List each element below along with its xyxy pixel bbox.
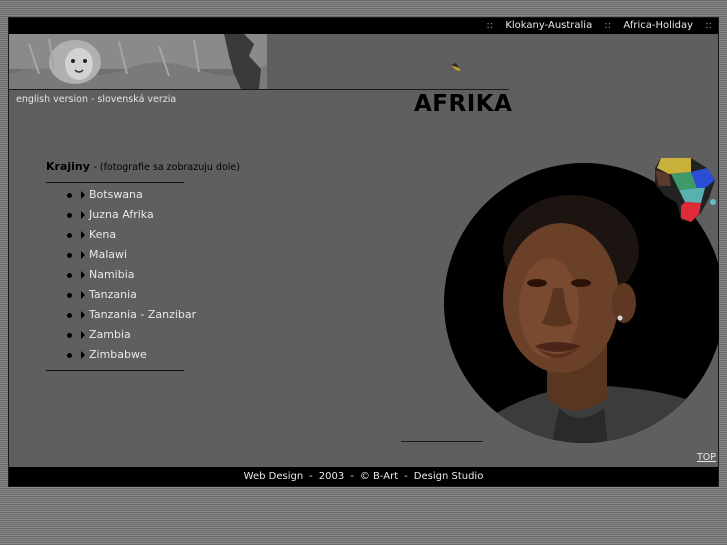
country-list: Botswana Juzna Afrika Kena Malawi Namibi… [67, 188, 196, 368]
section-heading: Krajiny - (fotografie sa zobrazuju dole) [46, 160, 240, 173]
footer-separator: - [350, 471, 354, 482]
country-label: Tanzania [89, 288, 137, 301]
arrow-right-icon [81, 351, 85, 359]
country-item-botswana[interactable]: Botswana [67, 188, 196, 208]
country-item-malawi[interactable]: Malawi [67, 248, 196, 268]
bullet-icon [67, 353, 72, 358]
section-title: Krajiny [46, 160, 90, 173]
nav-separator: :: [604, 20, 612, 31]
arrow-right-icon [81, 291, 85, 299]
top-navigation-bar: :: Klokany-Australia :: Africa-Holiday :… [9, 18, 718, 34]
lion-banner-image [9, 34, 267, 89]
country-label: Namibia [89, 268, 135, 281]
country-label: Botswana [89, 188, 143, 201]
country-item-tanzania-zanzibar[interactable]: Tanzania - Zanzibar [67, 308, 196, 328]
arrow-right-icon [81, 311, 85, 319]
language-switcher: english version - slovenská verzia [16, 94, 176, 105]
country-item-zimbabwe[interactable]: Zimbabwe [67, 348, 196, 368]
bullet-icon [67, 253, 72, 258]
nav-separator: :: [705, 20, 712, 31]
bullet-icon [67, 193, 72, 198]
footer-studio: Design Studio [413, 471, 484, 482]
bullet-icon [67, 273, 72, 278]
arrow-right-icon [81, 331, 85, 339]
footer-year: 2003 [318, 471, 345, 482]
list-divider-top [46, 182, 184, 183]
page-frame: :: Klokany-Australia :: Africa-Holiday :… [8, 17, 724, 487]
bullet-icon [67, 233, 72, 238]
photo-divider [401, 441, 483, 442]
footer-copyright: © B-Art [359, 471, 399, 482]
footer-separator: - [309, 471, 313, 482]
country-label: Kena [89, 228, 117, 241]
country-label: Malawi [89, 248, 128, 261]
country-item-kena[interactable]: Kena [67, 228, 196, 248]
country-item-juzna-afrika[interactable]: Juzna Afrika [67, 208, 196, 228]
arrow-right-icon [81, 251, 85, 259]
footer-bar: Web Design -2003- © B-Art - Design Studio [9, 467, 718, 486]
nav-link-africa-holiday[interactable]: Africa-Holiday [623, 20, 693, 31]
back-to-top-link[interactable]: TOP [697, 452, 716, 463]
country-label: Tanzania - Zanzibar [89, 308, 197, 321]
language-separator: - [90, 94, 95, 105]
country-label: Juzna Afrika [89, 208, 154, 221]
arrow-right-icon [81, 191, 85, 199]
arrow-right-icon [81, 271, 85, 279]
country-label: Zambia [89, 328, 131, 341]
bullet-icon [67, 333, 72, 338]
section-note: - (fotografie sa zobrazuju dole) [93, 162, 240, 173]
footer-web-design: Web Design [243, 471, 304, 482]
country-item-namibia[interactable]: Namibia [67, 268, 196, 288]
page-title: AFRIKA [414, 91, 513, 117]
nav-separator: :: [486, 20, 494, 31]
country-item-tanzania[interactable]: Tanzania [67, 288, 196, 308]
slovak-version-link[interactable]: slovenská verzia [97, 94, 176, 105]
bullet-icon [67, 213, 72, 218]
arrow-right-icon [81, 211, 85, 219]
country-label: Zimbabwe [89, 348, 147, 361]
nav-link-klokany-australia[interactable]: Klokany-Australia [505, 20, 592, 31]
list-divider-bottom [46, 370, 184, 371]
arrow-right-icon [81, 231, 85, 239]
country-item-zambia[interactable]: Zambia [67, 328, 196, 348]
portrait-photo [429, 158, 724, 452]
bullet-icon [67, 313, 72, 318]
bird-icon [450, 57, 462, 76]
english-version-link[interactable]: english version [16, 94, 88, 105]
header-divider [9, 89, 509, 90]
footer-separator: - [404, 471, 408, 482]
bullet-icon [67, 293, 72, 298]
